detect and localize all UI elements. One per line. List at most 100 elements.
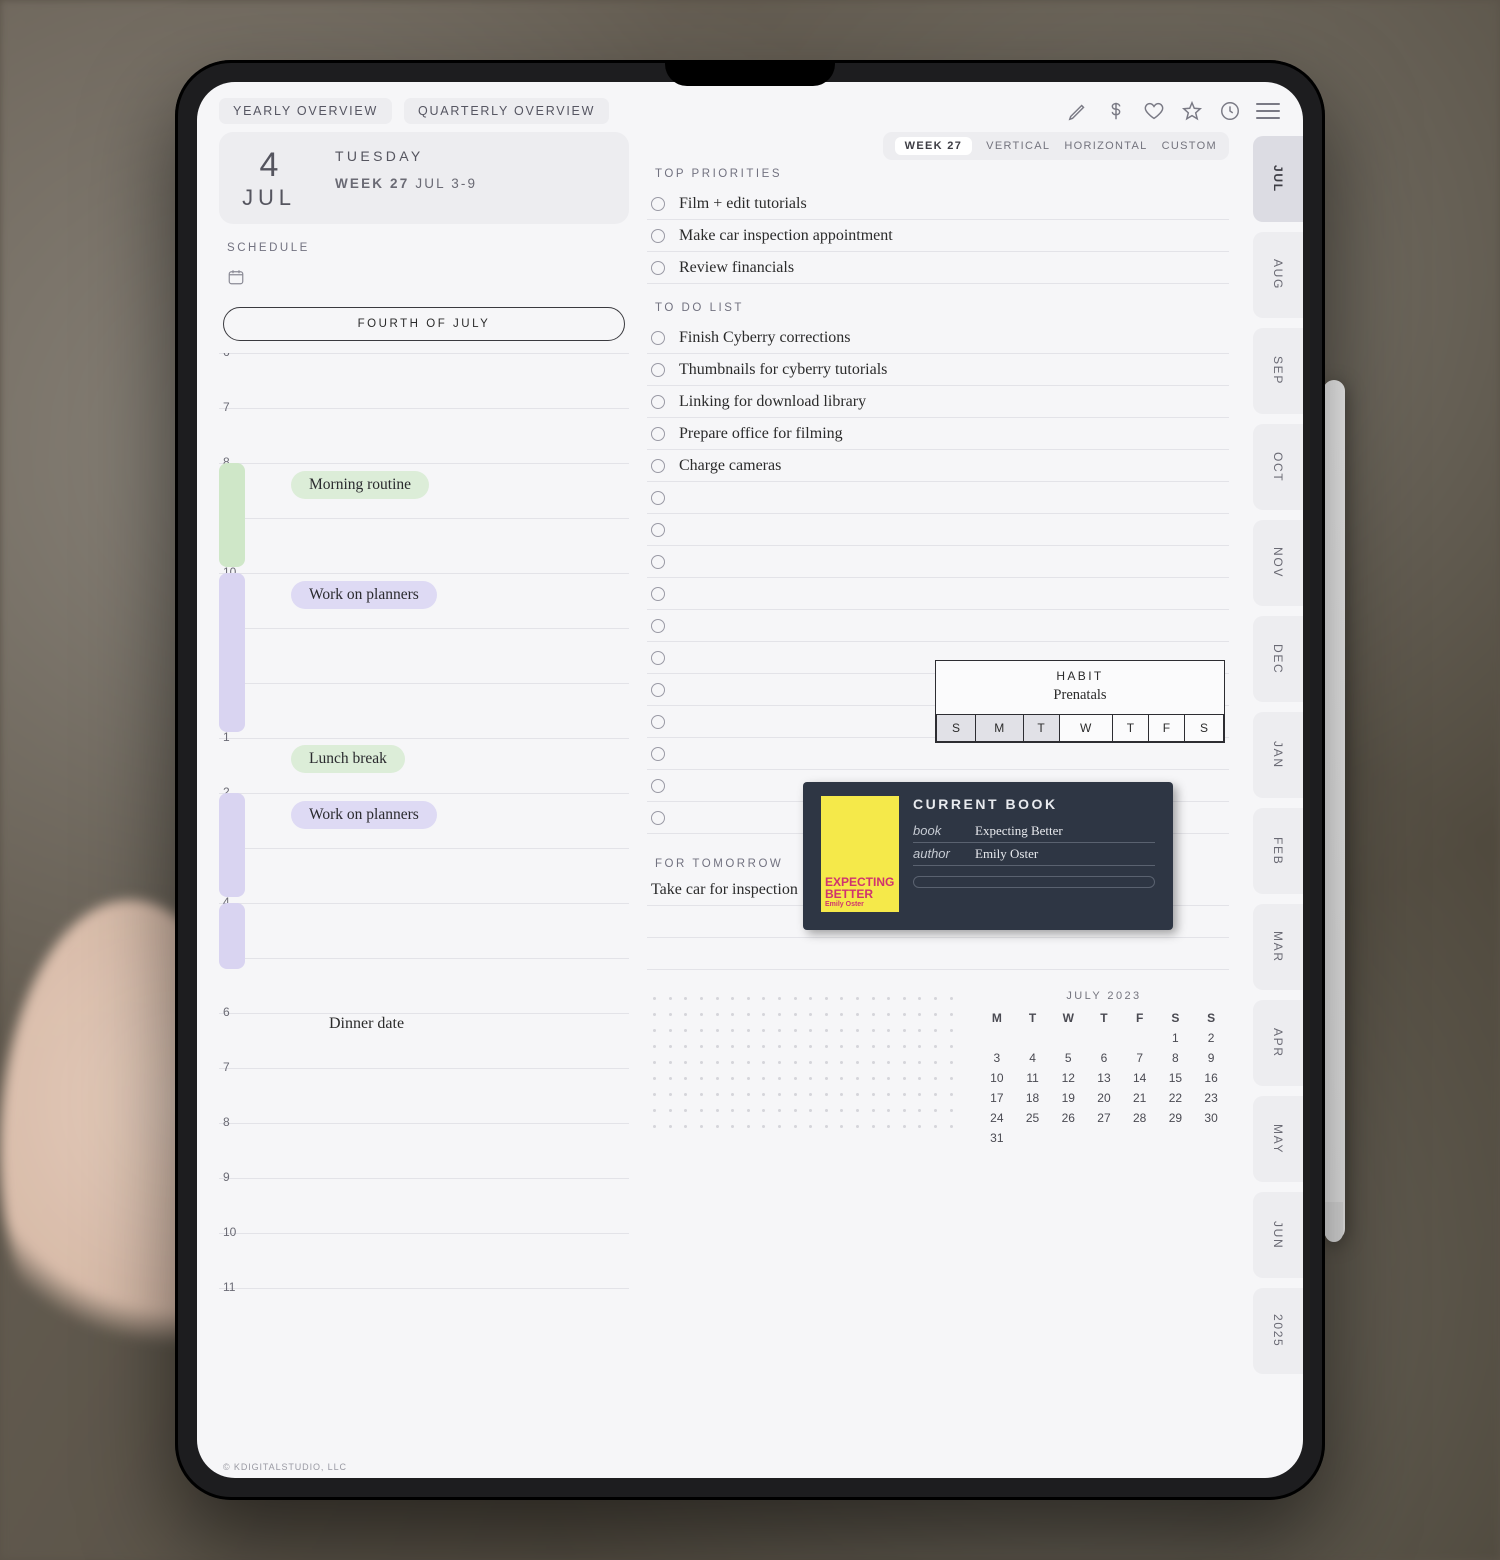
- view-custom-tab[interactable]: CUSTOM: [1162, 140, 1217, 152]
- hour-slot[interactable]: 1: [219, 738, 629, 793]
- radio-icon[interactable]: [651, 779, 665, 793]
- view-vertical-tab[interactable]: VERTICAL: [986, 140, 1050, 152]
- list-item-empty[interactable]: [647, 610, 1229, 642]
- habit-title: HABIT: [936, 661, 1224, 687]
- hour-slot[interactable]: 7: [219, 1068, 629, 1123]
- list-item[interactable]: Charge cameras: [647, 450, 1229, 482]
- radio-icon[interactable]: [651, 427, 665, 441]
- apple-pencil: [1323, 380, 1345, 1240]
- hour-slot[interactable]: 5: [219, 958, 629, 1013]
- camera-notch: [665, 60, 835, 86]
- book-progress[interactable]: [913, 876, 1155, 888]
- habit-name: Prenatals: [936, 687, 1224, 714]
- month-tab-jan[interactable]: JAN: [1253, 712, 1303, 798]
- list-item[interactable]: Thumbnails for cyberry tutorials: [647, 354, 1229, 386]
- radio-icon[interactable]: [651, 491, 665, 505]
- list-item-empty[interactable]: [647, 578, 1229, 610]
- hour-slot[interactable]: 9: [219, 1178, 629, 1233]
- radio-icon[interactable]: [651, 619, 665, 633]
- tomorrow-empty[interactable]: [647, 938, 1229, 970]
- view-horizontal-tab[interactable]: HORIZONTAL: [1064, 140, 1147, 152]
- list-item-empty[interactable]: [647, 514, 1229, 546]
- priorities-list: Film + edit tutorialsMake car inspection…: [647, 188, 1229, 284]
- priorities-label: TOP PRIORITIES: [655, 168, 1229, 180]
- pencil-icon[interactable]: [1065, 98, 1091, 124]
- list-item[interactable]: Film + edit tutorials: [647, 188, 1229, 220]
- hour-slot[interactable]: 6: [219, 353, 629, 408]
- radio-icon[interactable]: [651, 747, 665, 761]
- hour-slot[interactable]: 8: [219, 1123, 629, 1178]
- date-block[interactable]: 4 JUL TUESDAY WEEK 27 JUL 3-9: [219, 132, 629, 224]
- hour-slot[interactable]: 10: [219, 1233, 629, 1288]
- schedule-event[interactable]: Morning routine: [291, 471, 429, 499]
- menu-icon[interactable]: [1255, 98, 1281, 124]
- month-tab-may[interactable]: MAY: [1253, 1096, 1303, 1182]
- list-item-empty[interactable]: [647, 482, 1229, 514]
- schedule-event[interactable]: Lunch break: [291, 745, 405, 773]
- hour-slot[interactable]: 11: [219, 628, 629, 683]
- radio-icon[interactable]: [651, 651, 665, 665]
- radio-icon[interactable]: [651, 459, 665, 473]
- radio-icon[interactable]: [651, 331, 665, 345]
- schedule-event[interactable]: Work on planners: [291, 801, 437, 829]
- hour-slot[interactable]: 6: [219, 1013, 629, 1068]
- dot-grid: [647, 990, 959, 1148]
- schedule-event[interactable]: Dinner date: [329, 1015, 404, 1033]
- mini-calendar[interactable]: JULY 2023 MTWTFSS12345678910111213141516…: [979, 990, 1229, 1148]
- hour-slot[interactable]: 11: [219, 1288, 629, 1343]
- list-item[interactable]: Make car inspection appointment: [647, 220, 1229, 252]
- star-icon[interactable]: [1179, 98, 1205, 124]
- date-month: JUL: [242, 185, 296, 211]
- radio-icon[interactable]: [651, 587, 665, 601]
- timeline[interactable]: 67891011121234567891011Morning routineWo…: [219, 353, 629, 1468]
- radio-icon[interactable]: [651, 363, 665, 377]
- radio-icon[interactable]: [651, 715, 665, 729]
- list-item[interactable]: Review financials: [647, 252, 1229, 284]
- clock-icon[interactable]: [1217, 98, 1243, 124]
- view-mode-tabs: WEEK 27 VERTICAL HORIZONTAL CUSTOM: [883, 132, 1229, 160]
- quarterly-overview-tab[interactable]: QUARTERLY OVERVIEW: [404, 98, 609, 124]
- radio-icon[interactable]: [651, 197, 665, 211]
- dollar-icon[interactable]: [1103, 98, 1129, 124]
- hour-slot[interactable]: 9: [219, 518, 629, 573]
- habit-tracker-widget[interactable]: HABIT Prenatals SMTWTFS: [935, 660, 1225, 743]
- hour-slot[interactable]: 7: [219, 408, 629, 463]
- calendar-icon[interactable]: [227, 268, 629, 291]
- view-week-tab[interactable]: WEEK 27: [895, 137, 973, 155]
- allday-event[interactable]: FOURTH OF JULY: [223, 307, 625, 341]
- radio-icon[interactable]: [651, 395, 665, 409]
- ipad-frame: YEARLY OVERVIEW QUARTERLY OVERVIEW: [175, 60, 1325, 1500]
- month-tab-feb[interactable]: FEB: [1253, 808, 1303, 894]
- yearly-overview-tab[interactable]: YEARLY OVERVIEW: [219, 98, 392, 124]
- schedule-event[interactable]: Work on planners: [291, 581, 437, 609]
- radio-icon[interactable]: [651, 555, 665, 569]
- date-day: 4: [260, 146, 279, 185]
- month-tab-jun[interactable]: JUN: [1253, 1192, 1303, 1278]
- list-item-empty[interactable]: [647, 546, 1229, 578]
- month-tab-oct[interactable]: OCT: [1253, 424, 1303, 510]
- month-tab-mar[interactable]: MAR: [1253, 904, 1303, 990]
- current-book-widget[interactable]: EXPECTING BETTER Emily Oster CURRENT BOO…: [803, 782, 1173, 930]
- radio-icon[interactable]: [651, 261, 665, 275]
- radio-icon[interactable]: [651, 683, 665, 697]
- month-tab-apr[interactable]: APR: [1253, 1000, 1303, 1086]
- list-item[interactable]: Prepare office for filming: [647, 418, 1229, 450]
- radio-icon[interactable]: [651, 229, 665, 243]
- radio-icon[interactable]: [651, 523, 665, 537]
- month-tab-sep[interactable]: SEP: [1253, 328, 1303, 414]
- list-item[interactable]: Finish Cyberry corrections: [647, 322, 1229, 354]
- hour-slot[interactable]: 4: [219, 903, 629, 958]
- month-tab-2025[interactable]: 2025: [1253, 1288, 1303, 1374]
- book-heading: CURRENT BOOK: [913, 796, 1155, 812]
- month-tab-aug[interactable]: AUG: [1253, 232, 1303, 318]
- heart-icon[interactable]: [1141, 98, 1167, 124]
- month-tab-jul[interactable]: JUL: [1253, 136, 1303, 222]
- hour-slot[interactable]: 12: [219, 683, 629, 738]
- month-tab-dec[interactable]: DEC: [1253, 616, 1303, 702]
- radio-icon[interactable]: [651, 811, 665, 825]
- top-toolbar: YEARLY OVERVIEW QUARTERLY OVERVIEW: [197, 82, 1303, 132]
- left-column: 4 JUL TUESDAY WEEK 27 JUL 3-9 SCHEDULE F…: [219, 132, 629, 1468]
- list-item[interactable]: Linking for download library: [647, 386, 1229, 418]
- month-tab-nov[interactable]: NOV: [1253, 520, 1303, 606]
- hour-slot[interactable]: 3: [219, 848, 629, 903]
